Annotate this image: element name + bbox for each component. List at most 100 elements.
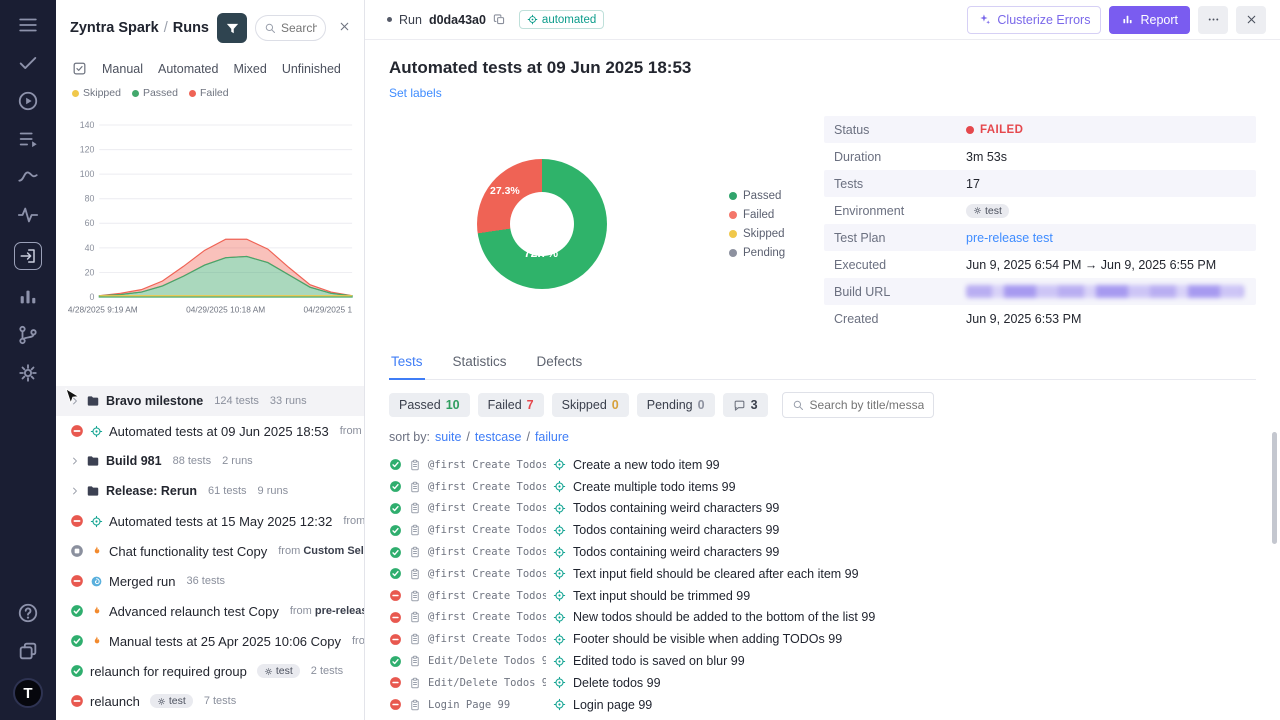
tests-search-input[interactable]	[810, 398, 924, 412]
runs-tab-automated[interactable]: Automated	[158, 62, 218, 76]
run-row[interactable]: Automated tests at 09 Jun 2025 18:53from…	[56, 416, 364, 446]
test-row[interactable]: @first Create Todos 99…Footer should be …	[389, 628, 1256, 650]
run-title: Merged run	[109, 574, 175, 589]
test-row[interactable]: @first Create Todos 99…Text input field …	[389, 563, 1256, 585]
run-title: Automated tests at 09 Jun 2025 18:53	[109, 424, 329, 439]
automation-icon	[527, 14, 538, 25]
test-row[interactable]: Edit/Delete Todos 99 @…Edited todo is sa…	[389, 650, 1256, 672]
menu-icon[interactable]	[17, 14, 39, 36]
run-row[interactable]: Chat functionality test Copyfrom Custom …	[56, 536, 364, 566]
filter-chip-skipped[interactable]: Skipped 0	[552, 393, 629, 417]
test-cases-icon[interactable]	[17, 52, 39, 74]
panel-search-input[interactable]	[281, 21, 317, 35]
close-run-button[interactable]	[1236, 6, 1266, 34]
donut-failed-percent: 27.3%	[490, 185, 520, 197]
environment-chip: test	[150, 694, 193, 708]
status-failed-icon	[70, 424, 84, 438]
comments-filter-chip[interactable]: 3	[723, 393, 768, 417]
app-logo[interactable]: T	[13, 678, 43, 708]
gear-icon	[973, 206, 982, 215]
more-button[interactable]	[1198, 6, 1228, 34]
filter-chip-passed[interactable]: Passed 10	[389, 393, 470, 417]
tab-defects[interactable]: Defects	[535, 354, 585, 379]
test-suite: @first Create Todos 99…	[428, 524, 546, 536]
copy-run-id-icon[interactable]	[493, 13, 506, 26]
run-row[interactable]: Automated tests at 15 May 2025 12:32from…	[56, 506, 364, 536]
help-icon[interactable]	[17, 602, 39, 624]
panel-close-button[interactable]	[334, 18, 354, 38]
run-row[interactable]: Advanced relaunch test Copyfrom pre-rele…	[56, 596, 364, 626]
folder-tests-count: 124 tests	[214, 395, 259, 407]
clusterize-errors-button[interactable]: Clusterize Errors	[967, 6, 1101, 34]
test-row[interactable]: @first Create Todos 99…Text input should…	[389, 585, 1256, 607]
filter-chip-pending[interactable]: Pending 0	[637, 393, 715, 417]
filter-button[interactable]	[217, 13, 247, 43]
run-tests-count: 7 tests	[204, 695, 236, 707]
run-row[interactable]: relaunch for required grouptest2 tests	[56, 656, 364, 686]
chevron-right-icon[interactable]	[70, 456, 80, 466]
chevron-right-icon[interactable]	[70, 396, 80, 406]
folder-icon	[86, 484, 100, 498]
run-folder-row[interactable]: Build 98188 tests2 runs	[56, 446, 364, 476]
run-folder-row[interactable]: Release: Rerun61 tests9 runs	[56, 476, 364, 506]
runs-list: Bravo milestone124 tests33 runsAutomated…	[56, 386, 364, 716]
sort-by-testcase[interactable]: testcase	[475, 430, 522, 444]
settings-icon[interactable]	[17, 362, 39, 384]
summary-row: Duration3m 53s	[824, 143, 1256, 170]
docs-icon[interactable]	[17, 640, 39, 662]
tests-scrollbar[interactable]	[1272, 432, 1277, 544]
report-bars-icon	[1121, 13, 1134, 26]
sort-by-failure[interactable]: failure	[535, 430, 569, 444]
run-row[interactable]: relaunchtest7 tests	[56, 686, 364, 716]
test-plans-icon[interactable]	[17, 128, 39, 150]
sort-by-suite[interactable]: suite	[435, 430, 461, 444]
activity-icon[interactable]	[17, 204, 39, 226]
legend-dot	[729, 230, 737, 238]
test-plan-link[interactable]: pre-release test	[966, 231, 1053, 245]
test-row[interactable]: Login Page 99Login page 99	[389, 694, 1256, 716]
tab-tests[interactable]: Tests	[389, 354, 425, 380]
run-row[interactable]: Merged run36 tests	[56, 566, 364, 596]
test-row[interactable]: @first Create Todos 99…Todos containing …	[389, 519, 1256, 541]
test-row[interactable]: @first Create Todos 99…Create multiple t…	[389, 476, 1256, 498]
legend-item: Skipped	[72, 87, 121, 99]
integrations-icon[interactable]	[17, 324, 39, 346]
test-row[interactable]: @first Create Todos 99…Create a new todo…	[389, 454, 1256, 476]
reports-icon[interactable]	[17, 286, 39, 308]
filter-chip-failed[interactable]: Failed 7	[478, 393, 544, 417]
test-row[interactable]: @first Create Todos 99…Todos containing …	[389, 541, 1256, 563]
runs-icon[interactable]	[17, 90, 39, 112]
panel-search[interactable]	[255, 15, 326, 41]
automation-icon	[553, 611, 566, 624]
automation-icon	[553, 676, 566, 689]
runs-tab-manual[interactable]: Manual	[102, 62, 143, 76]
run-view-icon[interactable]	[14, 242, 42, 270]
run-status-dot	[387, 17, 392, 22]
status-failed-icon	[70, 514, 84, 528]
tab-statistics[interactable]: Statistics	[451, 354, 509, 379]
test-row[interactable]: Mark as completed/not …Mark todos as com…	[389, 716, 1256, 720]
chevron-right-icon[interactable]	[70, 486, 80, 496]
set-labels-link[interactable]: Set labels	[389, 86, 442, 100]
tests-list: @first Create Todos 99…Create a new todo…	[389, 454, 1256, 720]
run-id: d0da43a0	[429, 13, 486, 27]
runs-tab-unfinished[interactable]: Unfinished	[282, 62, 341, 76]
test-title: Footer should be visible when adding TOD…	[573, 632, 842, 646]
filter-count: 0	[698, 398, 705, 412]
run-row[interactable]: Manual tests at 25 Apr 2025 10:06 Copyfr…	[56, 626, 364, 656]
comments-count: 3	[751, 398, 758, 412]
report-button[interactable]: Report	[1109, 6, 1190, 34]
runs-tab-mixed[interactable]: Mixed	[233, 62, 266, 76]
test-row[interactable]: @first Create Todos 99…Todos containing …	[389, 498, 1256, 520]
sort-row: sort by:suite/testcase/failure	[389, 430, 1256, 444]
status-value: FAILED	[980, 124, 1023, 136]
test-row[interactable]: Edit/Delete Todos 99 @…Delete todos 99	[389, 672, 1256, 694]
run-summary-table: StatusFAILEDDuration3m 53sTests17Environ…	[824, 116, 1256, 332]
tests-search[interactable]	[782, 392, 934, 418]
status-filter-chips: Passed 10 Failed 7 Skipped 0 Pending 0	[389, 393, 715, 417]
automation-icon	[553, 655, 566, 668]
analytics-icon[interactable]	[17, 166, 39, 188]
test-row[interactable]: @first Create Todos 99…New todos should …	[389, 607, 1256, 629]
run-folder-row[interactable]: Bravo milestone124 tests33 runs	[56, 386, 364, 416]
folder-tests-count: 61 tests	[208, 485, 247, 497]
